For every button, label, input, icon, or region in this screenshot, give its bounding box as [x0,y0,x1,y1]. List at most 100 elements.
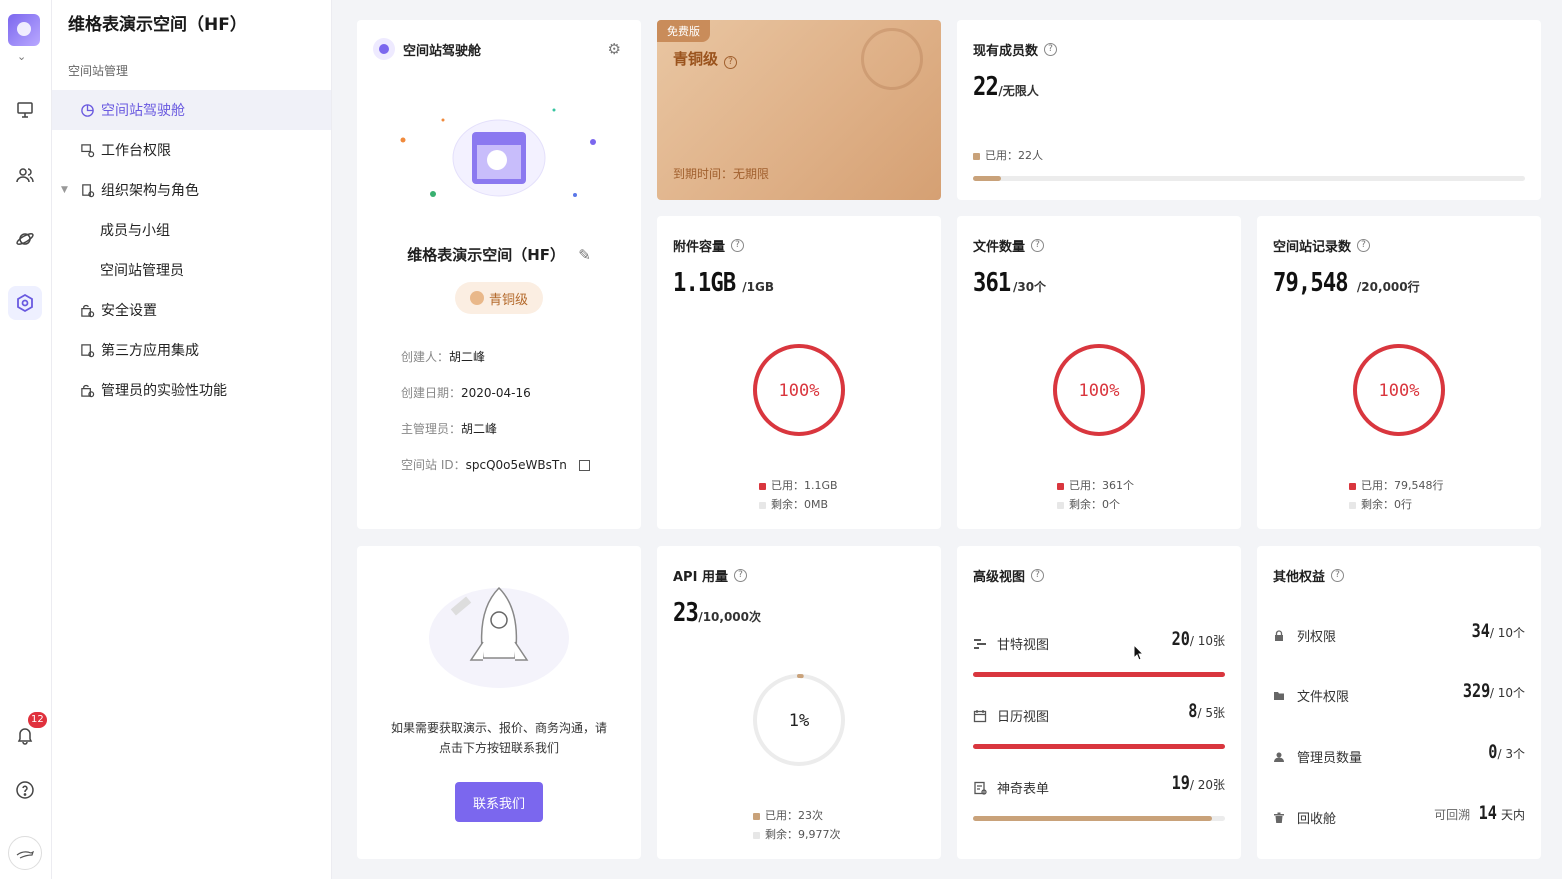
admin-nav: 空间站驾驶舱 工作台权限 ▼ 组织架构与角色 成员与小组 空间站管理员 安全设置… [52,90,331,410]
members-bar [973,176,1525,181]
sidebar-item-label: 成员与小组 [100,223,170,239]
help-icon[interactable] [8,773,42,807]
org-icon [82,183,95,197]
api-title: API 用量? [673,566,747,585]
files-legend: 已用：361个 剩余：0个 [1057,476,1134,514]
gantt-icon [974,638,986,649]
recycle-bin-row: 回收舱 可回溯 14 天内 [1273,802,1525,832]
help-icon[interactable]: ? [1357,239,1371,252]
contact-us-button[interactable]: 联系我们 [455,782,543,822]
bronze-plan-card[interactable]: 免费版 青铜级? 到期时间：无期限 [657,20,941,200]
plan-expiry: 到期时间：无期限 [673,167,770,181]
other-perks-card: 其他权益? 列权限 34/ 10个 文件权限 329/ 10个 管理员数量 0/… [1257,546,1541,859]
caret-down-icon[interactable]: ▼ [61,185,68,195]
settings-hex-icon[interactable] [8,286,42,320]
workbench-permission-icon [81,143,95,157]
attachments-legend: 已用：1.1GB 剩余：0MB [759,476,838,514]
perks-title: 其他权益? [1273,566,1345,585]
admin-sidebar: 维格表演示空间（HF） 空间站管理 空间站驾驶舱 工作台权限 ▼ 组织架构与角色… [52,0,332,879]
gear-icon[interactable]: ⚙ [608,40,621,58]
cockpit-title: 空间站驾驶舱 [403,43,482,59]
lock-settings-icon [81,304,95,317]
files-title: 文件数量? [973,236,1045,255]
form-icon [974,781,987,795]
space-id-row: 空间站 ID：spcQ0o5eWBsTn [401,456,590,473]
sidebar-item-label: 工作台权限 [101,143,171,159]
help-icon[interactable]: ? [731,239,745,252]
space-logo[interactable] [8,14,40,46]
bronze-medal-icon [469,291,484,305]
sidebar-item-label: 第三方应用集成 [101,343,199,359]
sidebar-item-experimental[interactable]: 管理员的实验性功能 [52,370,331,410]
records-title: 空间站记录数? [1273,236,1371,255]
sidebar-item-integrations[interactable]: 第三方应用集成 [52,330,331,370]
help-icon[interactable]: ? [1031,569,1045,582]
main-admin-row: 主管理员：胡二峰 [401,422,498,436]
api-value: 23/10,000次 [673,598,762,628]
ring-percent: 100% [1079,381,1120,401]
file-permission-row: 文件权限 329/ 10个 [1273,680,1525,710]
gantt-bar-fill [973,672,1225,677]
sidebar-item-members-groups[interactable]: 成员与小组 [52,210,331,250]
space-illustration [400,108,596,197]
sidebar-item-label: 组织架构与角色 [101,183,199,199]
help-icon: ? [724,56,738,69]
edit-icon[interactable]: ✎ [578,246,591,264]
attachments-ring: 100% [753,344,845,436]
records-ring: 100% [1353,344,1445,436]
rocket-illustration [429,586,569,688]
space-title: 维格表演示空间（HF） [68,15,247,35]
admin-count-row: 管理员数量 0/ 3个 [1273,741,1525,771]
members-icon[interactable] [8,158,42,192]
folder-icon [1274,691,1284,700]
api-ring: 1% [753,674,845,766]
records-value: 79,548/20,000行 [1273,268,1420,298]
sidebar-item-cockpit[interactable]: 空间站驾驶舱 [52,90,331,130]
copy-icon[interactable] [578,460,590,471]
sidebar-item-security[interactable]: 安全设置 [52,290,331,330]
files-value: 361/30个 [973,268,1047,298]
members-bar-fill [973,176,1001,181]
help-icon[interactable]: ? [1031,239,1045,252]
column-permission-row: 列权限 34/ 10个 [1273,620,1525,650]
lock-icon [1275,629,1283,641]
advanced-views-card: 高级视图? 甘特视图 20/ 10张 日历视图 8/ 5张 神奇表单 19/ 2… [957,546,1241,859]
planet-icon[interactable] [8,222,42,256]
sidebar-item-label: 空间站驾驶舱 [101,103,185,119]
records-card: 空间站记录数? 79,548/20,000行 100% 已用：79,548行 剩… [1257,216,1541,529]
api-legend: 已用：23次 剩余：9,977次 [753,806,841,844]
attachments-title: 附件容量? [673,236,745,255]
help-icon[interactable]: ? [1331,569,1345,582]
user-avatar[interactable] [8,836,42,870]
created-date-row: 创建日期：2020-04-16 [401,386,531,400]
attachments-value: 1.1GB/1GB [673,268,775,298]
contact-card: 如果需要获取演示、报价、商务沟通，请 点击下方按钮联系我们 联系我们 [357,546,641,859]
help-icon[interactable]: ? [1044,43,1058,56]
section-label: 空间站管理 [68,64,129,78]
medal-watermark-icon [861,28,923,90]
ring-percent: 100% [1379,381,1420,401]
app-rail: ⌄ 12 [0,0,52,879]
sidebar-item-org-roles[interactable]: ▼ 组织架构与角色 [52,170,331,210]
ring-percent: 100% [779,381,820,401]
workbench-icon[interactable] [8,93,42,127]
members-title: 现有成员数? [973,40,1058,59]
sidebar-item-label: 管理员的实验性功能 [101,383,227,399]
contact-text: 如果需要获取演示、报价、商务沟通，请 点击下方按钮联系我们 [390,721,607,755]
files-ring: 100% [1053,344,1145,436]
sidebar-item-label: 安全设置 [101,303,157,319]
space-info-card: 空间站驾驶舱 ⚙ 维格表演示空间（HF） ✎ 青铜级 创建人：胡二峰 创建日期：… [357,20,641,529]
free-tag: 免费版 [657,20,710,42]
help-icon[interactable]: ? [733,569,747,582]
members-legend: 已用：22人 [973,146,1043,165]
sidebar-item-space-admins[interactable]: 空间站管理员 [52,250,331,290]
cockpit-icon [373,38,395,60]
calendar-bar-fill [973,744,1225,749]
plan-title: 青铜级? [673,48,738,69]
files-card: 文件数量? 361/30个 100% 已用：361个 剩余：0个 [957,216,1241,529]
chevron-down-icon[interactable]: ⌄ [17,50,26,63]
creator-row: 创建人：胡二峰 [401,350,486,364]
views-title: 高级视图? [973,566,1045,585]
sidebar-item-workbench-permission[interactable]: 工作台权限 [52,130,331,170]
bell-icon[interactable]: 12 [8,712,47,752]
